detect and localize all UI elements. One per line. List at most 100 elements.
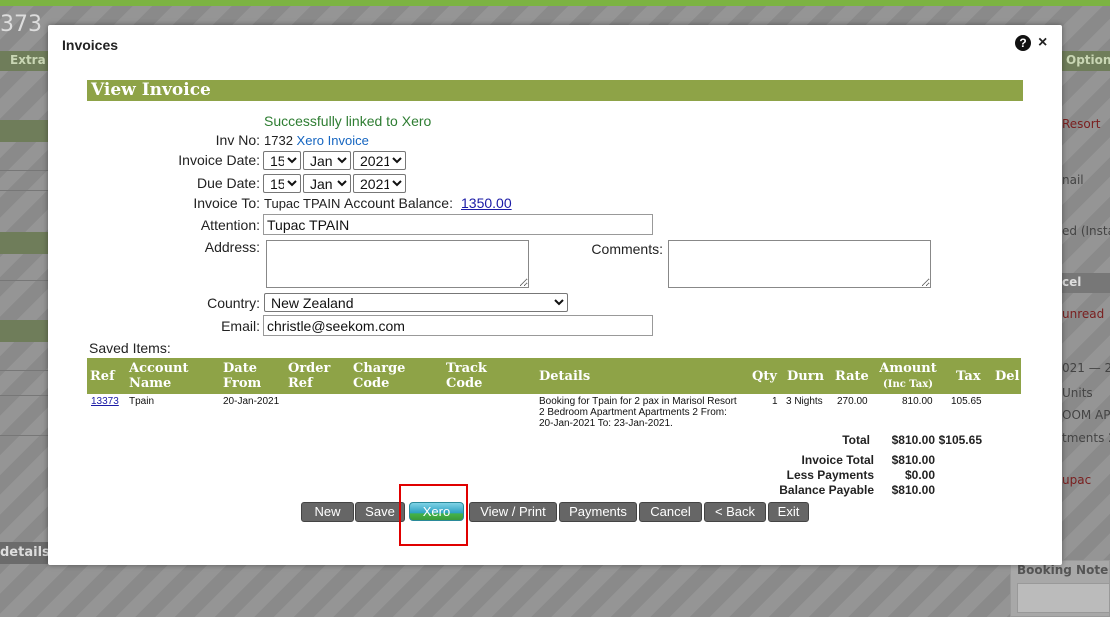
invoice-date-label: Invoice Date: xyxy=(178,152,260,168)
background-divider xyxy=(0,190,48,191)
row-durn: 3 Nights xyxy=(786,396,823,407)
section-title: View Invoice xyxy=(87,80,1023,101)
background-right-text: nail xyxy=(1062,173,1084,187)
close-icon[interactable]: × xyxy=(1038,34,1047,52)
background-left-bar xyxy=(0,320,48,342)
col-durn: Durn xyxy=(787,369,825,384)
col-charge-code: Charge Code xyxy=(353,361,406,391)
row-account-name: Tpain xyxy=(129,396,155,407)
col-ref: Ref xyxy=(90,369,115,384)
background-right-text: upac xyxy=(1062,473,1092,487)
background-right-text: ed (Instan xyxy=(1062,224,1110,238)
country-select[interactable]: New Zealand xyxy=(264,293,568,312)
row-date-from: 20-Jan-2021 xyxy=(223,396,280,407)
comments-label: Comments: xyxy=(591,241,663,257)
less-payments-label: Less Payments xyxy=(786,468,874,482)
attention-label: Attention: xyxy=(200,217,260,233)
background-divider xyxy=(0,280,48,281)
address-textarea[interactable] xyxy=(266,240,529,288)
background-right-text: Resort xyxy=(1062,117,1101,131)
invoice-total-value: $810.00 xyxy=(891,453,935,467)
col-details: Details xyxy=(539,369,591,384)
inv-no-value: 1732 Xero Invoice xyxy=(264,133,369,148)
due-date-year-select[interactable]: 2021 xyxy=(353,174,406,193)
account-balance-link[interactable]: 1350.00 xyxy=(461,195,512,211)
email-input[interactable] xyxy=(263,315,653,336)
background-details-tab: details xyxy=(0,542,48,564)
background-right-text: Units xyxy=(1062,386,1093,400)
background-tab-options: Options xyxy=(1056,51,1110,71)
row-details: Booking for Tpain for 2 pax in Marisol R… xyxy=(539,396,737,429)
success-message: Successfully linked to Xero xyxy=(264,113,432,129)
row-amount: 810.00 xyxy=(902,396,933,407)
invoice-to-value: Tupac TPAIN xyxy=(264,196,341,211)
col-account-name: Account Name xyxy=(129,361,189,391)
save-button[interactable]: Save xyxy=(355,502,405,522)
invoice-total-label: Invoice Total xyxy=(801,453,874,467)
total-tax: $105.65 xyxy=(938,433,982,447)
col-qty: Qty xyxy=(752,369,777,384)
exit-button[interactable]: Exit xyxy=(768,502,809,522)
account-balance-label: Account Balance: xyxy=(344,195,453,211)
col-order-ref: Order Ref xyxy=(288,361,331,391)
row-qty: 1 xyxy=(772,396,778,407)
background-right-text: unread xyxy=(1062,307,1105,321)
cancel-button[interactable]: Cancel xyxy=(639,502,702,522)
inv-no: 1732 xyxy=(264,133,293,148)
due-date-month-select[interactable]: Jan xyxy=(303,174,351,193)
background-right-text: tments 2 xyxy=(1062,431,1110,445)
help-icon[interactable]: ? xyxy=(1015,35,1031,51)
col-amount-label: Amount xyxy=(879,361,937,376)
due-date-label: Due Date: xyxy=(196,175,260,191)
background-divider xyxy=(0,435,48,436)
top-accent-bar xyxy=(0,0,1110,6)
xero-invoice-link[interactable]: Xero Invoice xyxy=(297,133,369,148)
col-rate: Rate xyxy=(835,369,869,384)
background-divider xyxy=(0,395,48,396)
invoice-date-day-select[interactable]: 15 xyxy=(263,151,301,170)
col-amount: Amount (Inc Tax) xyxy=(877,361,939,392)
col-date-from: Date From xyxy=(223,361,262,391)
email-label: Email: xyxy=(221,318,260,334)
address-label: Address: xyxy=(204,239,260,255)
row-ref-link[interactable]: 13373 xyxy=(91,396,119,407)
items-table-header: Ref Account Name Date From Order Ref Cha… xyxy=(87,358,1021,394)
due-date-day-select[interactable]: 15 xyxy=(263,174,301,193)
col-amount-sub: (Inc Tax) xyxy=(883,379,933,390)
less-payments-value: $0.00 xyxy=(904,468,935,482)
balance-payable-value: $810.00 xyxy=(891,483,935,497)
background-right-text: 021 — 2 xyxy=(1062,361,1110,375)
inv-no-label: Inv No: xyxy=(215,132,260,148)
background-divider xyxy=(0,370,48,371)
new-button[interactable]: New xyxy=(301,502,354,522)
background-right-text: OOM AP xyxy=(1062,408,1110,422)
background-page-title: 373 xyxy=(0,12,42,37)
payments-button[interactable]: Payments xyxy=(559,502,637,522)
invoice-date-year-select[interactable]: 2021 xyxy=(353,151,406,170)
booking-notes-box xyxy=(1017,583,1109,613)
col-track-code: Track Code xyxy=(446,361,487,391)
back-button[interactable]: < Back xyxy=(704,502,766,522)
total-amount: $810.00 xyxy=(891,433,935,447)
background-right-button: cel xyxy=(1062,273,1110,293)
xero-highlight-box xyxy=(399,484,468,546)
balance-payable-label: Balance Payable xyxy=(779,483,874,497)
invoice-date-month-select[interactable]: Jan xyxy=(303,151,351,170)
country-label: Country: xyxy=(207,295,260,311)
view-print-button[interactable]: View / Print xyxy=(469,502,557,522)
col-del: Del xyxy=(995,369,1020,384)
invoices-dialog: Invoices ? × View Invoice Successfully l… xyxy=(48,25,1062,565)
dialog-title: Invoices xyxy=(62,37,119,53)
invoice-to-label: Invoice To: xyxy=(193,195,260,211)
background-left-bar xyxy=(0,232,48,254)
row-tax: 105.65 xyxy=(951,396,982,407)
total-label: Total xyxy=(842,433,870,447)
comments-textarea[interactable] xyxy=(668,240,931,288)
row-rate: 270.00 xyxy=(837,396,868,407)
saved-items-label: Saved Items: xyxy=(89,340,171,356)
background-booking-notes: Booking Notes ( xyxy=(1010,560,1110,617)
col-tax: Tax xyxy=(956,369,981,384)
attention-input[interactable] xyxy=(263,214,653,235)
background-divider xyxy=(0,170,48,171)
background-left-bar xyxy=(0,120,48,142)
